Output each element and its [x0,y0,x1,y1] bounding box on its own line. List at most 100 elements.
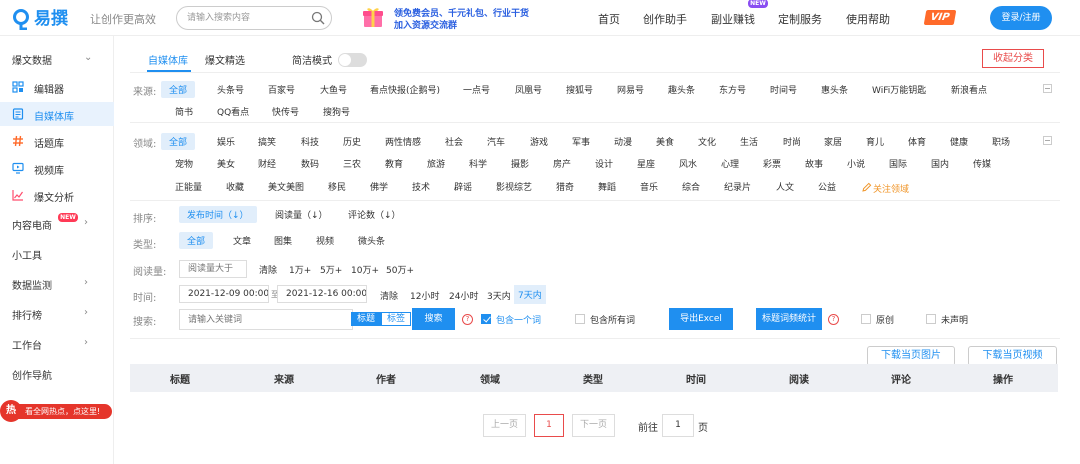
sort-read-count[interactable]: 阅读量（↓） [275,208,328,221]
source-chip[interactable]: 看点快报(企鹅号) [370,83,440,96]
field-chip[interactable]: 社会 [445,135,463,148]
source-chip[interactable]: 头条号 [217,83,244,96]
field-chip[interactable]: 彩票 [763,157,781,170]
next-page-button[interactable]: 下一页 [572,414,615,437]
help-icon[interactable]: ? [462,314,473,325]
field-chip[interactable]: 财经 [258,157,276,170]
source-chip[interactable]: 时间号 [770,83,797,96]
field-chip[interactable]: 健康 [950,135,968,148]
vip-badge[interactable]: VIP [923,10,957,25]
field-chip[interactable]: 摄影 [511,157,529,170]
type-article[interactable]: 文章 [233,234,251,247]
field-chip[interactable]: 家居 [824,135,842,148]
sidebar-item-creation-nav[interactable]: 创作导航 [0,361,114,385]
field-chip[interactable]: 设计 [595,157,613,170]
download-images-button[interactable]: 下载当页图片 [867,346,955,366]
field-chip[interactable]: 美食 [656,135,674,148]
undeclared-checkbox[interactable] [926,314,936,324]
field-chip[interactable]: 公益 [818,180,836,193]
field-chip[interactable]: 收藏 [226,180,244,193]
field-chip[interactable]: 技术 [412,180,430,193]
field-chip[interactable]: 军事 [572,135,590,148]
time-start-input[interactable]: 2021-12-09 00:00 [179,285,269,303]
field-chip[interactable]: 音乐 [640,180,658,193]
field-chip[interactable]: 辟谣 [454,180,472,193]
current-page-button[interactable]: 1 [534,414,564,437]
time-clear[interactable]: 清除 [380,289,398,302]
field-chip[interactable]: 星座 [637,157,655,170]
collapse-field-icon[interactable] [1043,136,1052,145]
source-chip[interactable]: 趣头条 [668,83,695,96]
sidebar-item-video-library[interactable]: 视频库 [0,156,114,180]
type-video[interactable]: 视频 [316,234,334,247]
read-100k[interactable]: 10万+ [351,263,379,276]
sidebar-item-hot-data[interactable]: 爆文数据 ⌄ [0,46,114,70]
search-scope-title[interactable]: 标题 [351,312,381,326]
field-chip[interactable]: 动漫 [614,135,632,148]
source-chip[interactable]: 快传号 [272,105,299,118]
title-word-freq-button[interactable]: 标题词频统计 [756,308,822,330]
source-chip[interactable]: QQ看点 [217,105,249,118]
source-chip[interactable]: 一点号 [463,83,490,96]
source-chip[interactable]: 凤凰号 [515,83,542,96]
sidebar-item-topics[interactable]: 话题库 [0,129,114,153]
time-3days[interactable]: 3天内 [487,289,511,302]
sidebar-item-hot-analysis[interactable]: 爆文分析 [0,183,114,207]
original-checkbox[interactable] [861,314,871,324]
goto-page-input[interactable]: 1 [662,414,694,437]
collapse-source-icon[interactable] [1043,84,1052,93]
login-register-button[interactable]: 登录/注册 [990,6,1052,30]
field-chip[interactable]: 舞蹈 [598,180,616,193]
field-chip[interactable]: 宠物 [175,157,193,170]
follow-field-link[interactable]: 关注领域 [873,182,909,195]
collapse-categories-button[interactable]: 收起分类 [982,49,1044,68]
field-chip[interactable]: 全部 [161,133,196,150]
source-chip[interactable]: 大鱼号 [320,83,347,96]
search-scope-tag[interactable]: 标签 [381,312,411,326]
sidebar-item-ecommerce[interactable]: 内容电商 NEW › [0,211,114,235]
promo-banner[interactable]: 领免费会员、千元礼包、行业干货 加入资源交流群 [360,5,540,31]
source-chip[interactable]: 网易号 [617,83,644,96]
field-chip[interactable]: 娱乐 [217,135,235,148]
search-button[interactable]: 搜索 [412,308,455,330]
type-all[interactable]: 全部 [179,232,214,249]
type-gallery[interactable]: 图集 [274,234,292,247]
read-50k[interactable]: 5万+ [320,263,342,276]
field-chip[interactable]: 房产 [553,157,571,170]
field-chip[interactable]: 职场 [992,135,1010,148]
field-chip[interactable]: 故事 [805,157,823,170]
field-chip[interactable]: 小说 [847,157,865,170]
field-chip[interactable]: 育儿 [866,135,884,148]
field-chip[interactable]: 旅游 [427,157,445,170]
field-chip[interactable]: 科技 [301,135,319,148]
read-clear[interactable]: 清除 [259,263,277,276]
sidebar-item-tools[interactable]: 小工具 [0,241,114,265]
field-chip[interactable]: 数码 [301,157,319,170]
keyword-input[interactable] [179,309,353,330]
sidebar-item-editor[interactable]: 编辑器 [0,75,114,99]
field-chip[interactable]: 生活 [740,135,758,148]
source-chip[interactable]: 搜狗号 [323,105,350,118]
field-chip[interactable]: 正能量 [175,180,202,193]
source-chip[interactable]: WiFi万能钥匙 [872,83,926,96]
field-chip[interactable]: 教育 [385,157,403,170]
type-micro-post[interactable]: 微头条 [358,234,385,247]
source-chip[interactable]: 搜狐号 [566,83,593,96]
field-chip[interactable]: 猎奇 [556,180,574,193]
field-chip[interactable]: 国内 [931,157,949,170]
sidebar-item-monitoring[interactable]: 数据监测 › [0,271,114,295]
time-end-input[interactable]: 2021-12-16 00:00 [277,285,367,303]
include-one-checkbox[interactable] [481,314,491,324]
field-chip[interactable]: 体育 [908,135,926,148]
field-chip[interactable]: 佛学 [370,180,388,193]
nav-writing-assistant[interactable]: 创作助手 [643,11,687,27]
logo[interactable]: 易撰 [12,8,82,30]
field-chip[interactable]: 心理 [721,157,739,170]
hot-topics-banner[interactable]: 看全网热点，点这里! 热 [0,400,114,422]
read-500k[interactable]: 50万+ [386,263,414,276]
nav-help[interactable]: 使用帮助 [846,11,890,27]
sidebar-item-rankings[interactable]: 排行榜 › [0,301,114,325]
time-12h[interactable]: 12小时 [410,289,439,302]
time-24h[interactable]: 24小时 [449,289,478,302]
source-chip[interactable]: 百家号 [268,83,295,96]
